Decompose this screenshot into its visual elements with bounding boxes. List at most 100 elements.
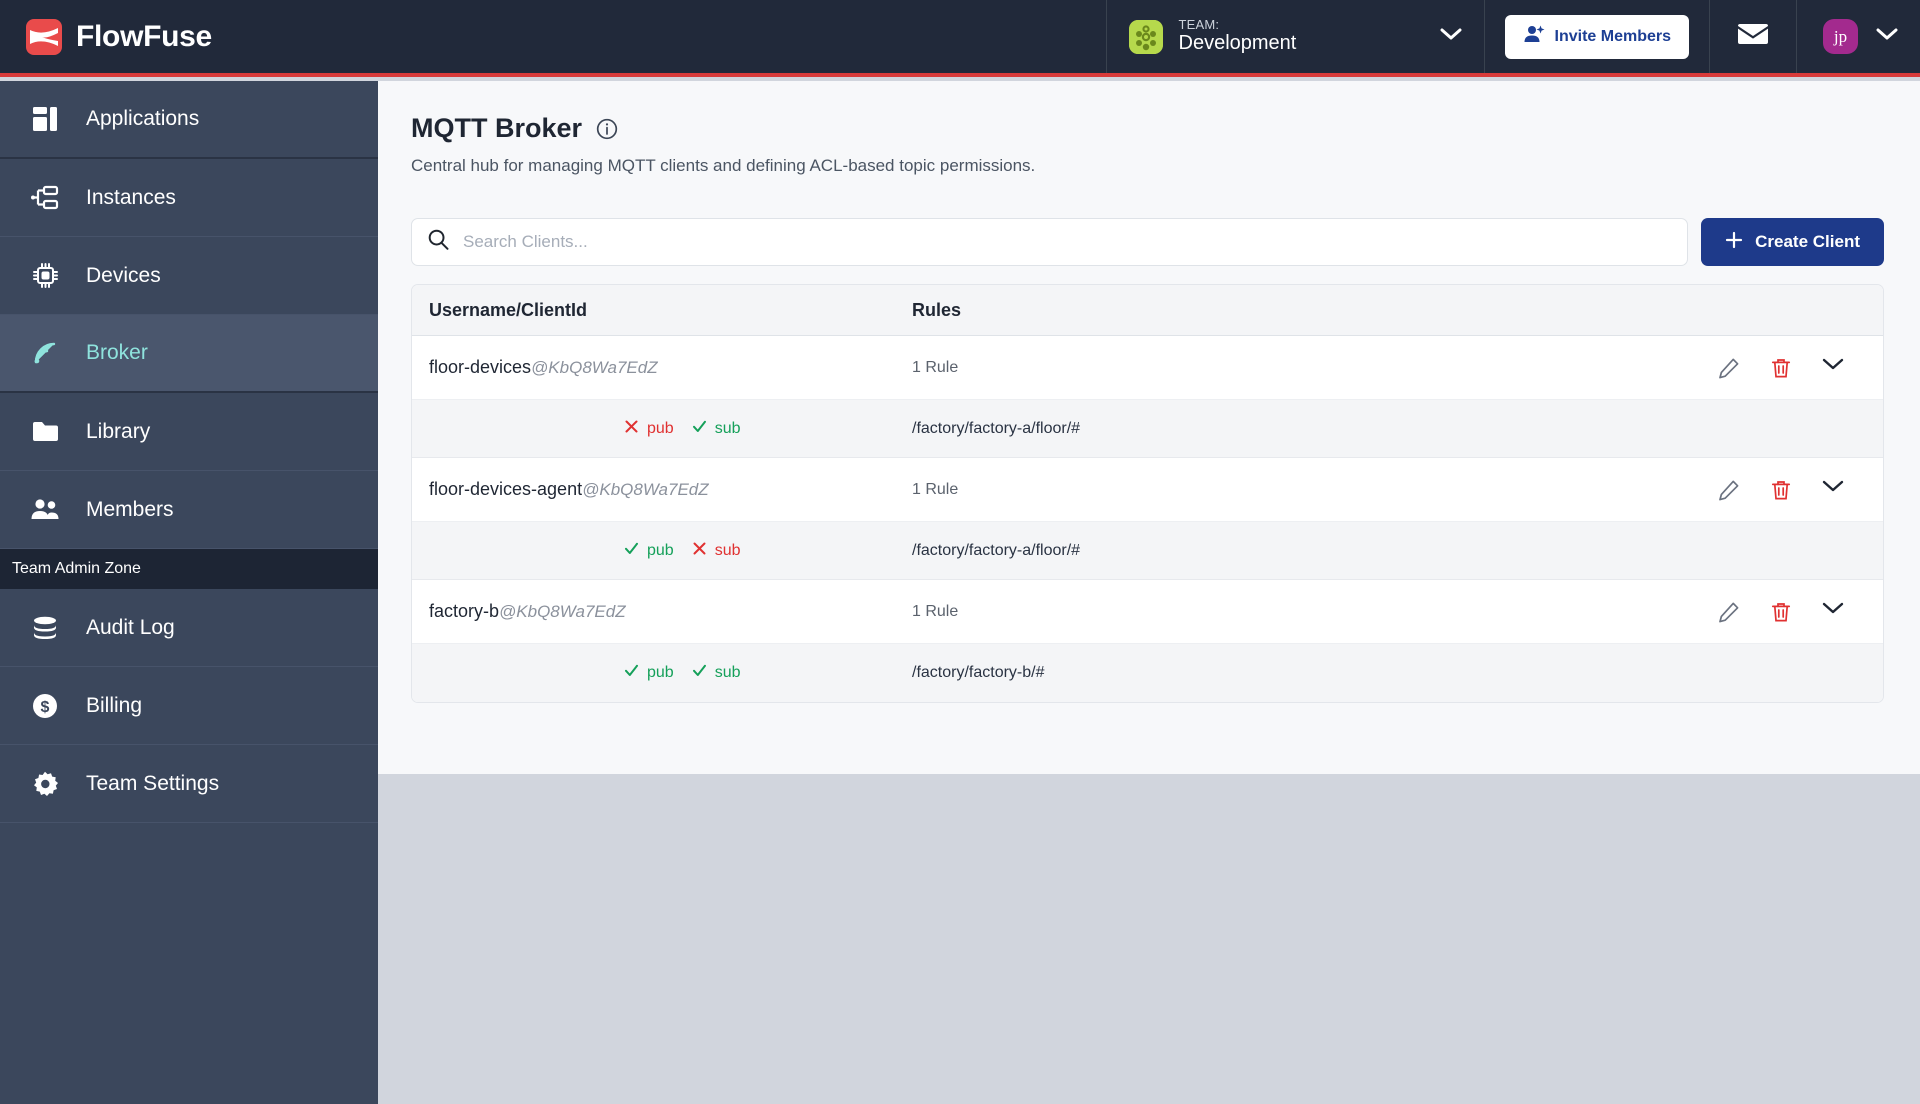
info-circle-icon[interactable] [596, 118, 618, 140]
sidebar-item-devices[interactable]: Devices [0, 237, 378, 315]
clients-table: Username/ClientId Rules floor-devices@Kb… [411, 284, 1884, 703]
header-spacer [212, 0, 1106, 73]
row-actions [1718, 357, 1883, 379]
rule-row: pub sub /factory/factory-a/floor/# [412, 522, 1883, 580]
sidebar-item-members[interactable]: Members [0, 471, 378, 549]
team-switcher[interactable]: TEAM: Development [1105, 0, 1484, 73]
pencil-icon[interactable] [1718, 601, 1740, 623]
team-text: TEAM: Development [1178, 16, 1297, 56]
members-icon [30, 495, 60, 525]
check-icon [692, 663, 707, 683]
pencil-icon[interactable] [1718, 357, 1740, 379]
permission-pub: pub [624, 663, 674, 683]
sidebar-item-label: Instances [86, 185, 176, 209]
client-id: @KbQ8Wa7EdZ [531, 358, 658, 377]
brand-logo[interactable]: FlowFuse [0, 0, 212, 73]
invite-members-label: Invite Members [1554, 27, 1671, 45]
instances-icon [30, 183, 60, 213]
rule-row: pub sub /factory/factory-b/# [412, 644, 1883, 702]
permission-pub: pub [624, 419, 674, 439]
team-kicker: TEAM: [1178, 16, 1220, 32]
chevron-down-icon[interactable] [1822, 601, 1844, 623]
page-subtitle: Central hub for managing MQTT clients an… [411, 156, 1036, 175]
cross-icon [624, 419, 639, 439]
rule-permissions: pub sub [412, 663, 912, 683]
trash-icon[interactable] [1770, 357, 1792, 379]
search-input[interactable] [463, 232, 1672, 252]
permission-pub-label: pub [647, 419, 674, 437]
sidebar-item-library[interactable]: Library [0, 393, 378, 471]
chevron-down-icon[interactable] [1416, 27, 1462, 46]
cross-icon [692, 541, 707, 561]
column-header-username: Username/ClientId [429, 299, 588, 320]
flowfuse-logo-icon [26, 18, 62, 55]
sidebar-item-broker[interactable]: Broker [0, 315, 378, 393]
client-id: @KbQ8Wa7EdZ [499, 602, 626, 621]
sidebar-item-label: Applications [86, 107, 200, 130]
row-actions [1718, 601, 1883, 623]
rule-permissions: pub sub [412, 419, 912, 439]
sidebar-item-label: Members [86, 497, 174, 521]
search-icon [428, 229, 449, 255]
chevron-down-icon[interactable] [1876, 27, 1898, 46]
sidebar-item-label: Billing [86, 693, 143, 717]
sidebar-item-label: Broker [86, 341, 148, 364]
dollar-circle-icon: $ [30, 691, 60, 721]
pencil-icon[interactable] [1718, 479, 1740, 501]
client-rules-count: 1 Rule [912, 358, 959, 376]
table-row[interactable]: floor-devices-agent@KbQ8Wa7EdZ 1 Rule [412, 458, 1883, 522]
client-name-cell: floor-devices-agent@KbQ8Wa7EdZ [412, 479, 912, 500]
team-avatar-icon [1128, 19, 1163, 54]
check-icon [624, 663, 639, 683]
sidebar-item-label: Audit Log [86, 615, 175, 639]
sidebar-item-label: Devices [86, 263, 161, 287]
svg-text:$: $ [41, 699, 50, 716]
sidebar-item-label: Team Settings [86, 771, 220, 795]
team-name: Development [1178, 32, 1297, 55]
page-title-row: MQTT Broker [411, 113, 1884, 144]
table-row[interactable]: factory-b@KbQ8Wa7EdZ 1 Rule [412, 580, 1883, 644]
client-name-cell: factory-b@KbQ8Wa7EdZ [412, 601, 912, 622]
user-menu[interactable]: jp [1796, 0, 1920, 73]
chevron-down-icon[interactable] [1822, 479, 1844, 501]
permission-pub-label: pub [647, 664, 674, 681]
sidebar-item-applications[interactable]: Applications [0, 81, 378, 159]
sidebar-item-instances[interactable]: Instances [0, 159, 378, 237]
permission-pub-label: pub [647, 541, 674, 559]
client-id: @KbQ8Wa7EdZ [582, 480, 709, 499]
row-actions [1718, 479, 1883, 501]
main-content: MQTT Broker Central hub for managing MQT… [378, 81, 1920, 774]
table-row[interactable]: floor-devices@KbQ8Wa7EdZ 1 Rule [412, 336, 1883, 400]
search-box[interactable] [411, 218, 1689, 266]
create-client-button[interactable]: Create Client [1701, 218, 1884, 266]
notifications-cell[interactable] [1709, 0, 1796, 73]
permission-sub-label: sub [714, 541, 741, 559]
client-username: floor-devices [429, 357, 532, 377]
column-header-rules: Rules [912, 299, 962, 320]
toolbar: Create Client [411, 218, 1884, 266]
avatar: jp [1823, 19, 1858, 54]
permission-pub: pub [624, 541, 674, 561]
permission-sub-label: sub [714, 419, 741, 437]
sidebar: Applications Instances Devices Broker Li… [0, 81, 378, 1104]
client-name-cell: floor-devices@KbQ8Wa7EdZ [412, 357, 912, 378]
rule-topic: /factory/factory-a/floor/# [912, 541, 1081, 559]
trash-icon[interactable] [1770, 601, 1792, 623]
top-header: FlowFuse TEAM: Development Invite Member… [0, 0, 1920, 77]
rule-topic: /factory/factory-a/floor/# [912, 419, 1081, 437]
client-rules-count: 1 Rule [912, 602, 959, 620]
envelope-icon[interactable] [1738, 22, 1768, 51]
sidebar-item-team-settings[interactable]: Team Settings [0, 745, 378, 823]
plus-icon [1725, 231, 1743, 254]
app-root: FlowFuse TEAM: Development Invite Member… [0, 0, 1920, 1104]
database-icon [30, 613, 60, 643]
sidebar-item-audit-log[interactable]: Audit Log [0, 589, 378, 667]
permission-sub: sub [692, 541, 741, 561]
invite-members-button[interactable]: Invite Members [1504, 14, 1689, 59]
check-icon [624, 541, 639, 561]
sidebar-item-billing[interactable]: $ Billing [0, 667, 378, 745]
brand-name: FlowFuse [76, 19, 212, 53]
chevron-down-icon[interactable] [1822, 357, 1844, 379]
client-rules-count: 1 Rule [912, 480, 959, 498]
trash-icon[interactable] [1770, 479, 1792, 501]
